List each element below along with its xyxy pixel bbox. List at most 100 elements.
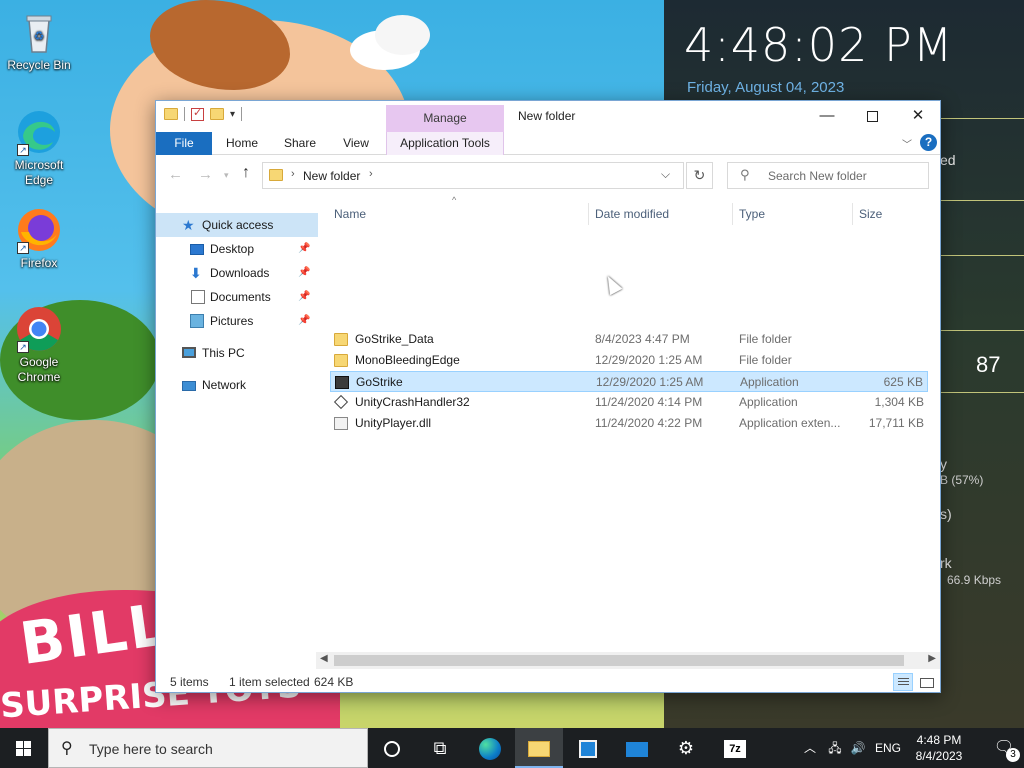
expand-ribbon-chevron-icon[interactable]: ﹀: [902, 136, 912, 151]
widget-fragment-text: rk: [940, 555, 952, 571]
volume-icon[interactable]: 🔊: [848, 728, 868, 768]
back-arrow-icon[interactable]: ←: [168, 166, 183, 183]
nav-pictures[interactable]: Pictures 📌: [156, 309, 318, 333]
widget-fragment-text: y: [940, 456, 947, 472]
column-header-type[interactable]: Type: [739, 203, 765, 225]
task-view-icon: ⧉: [433, 738, 447, 758]
taskbar-edge[interactable]: [466, 728, 514, 768]
nav-desktop[interactable]: Desktop 📌: [156, 237, 318, 261]
tab-home[interactable]: Home: [216, 132, 268, 155]
taskbar-settings[interactable]: ⚙: [662, 728, 710, 768]
help-icon[interactable]: ?: [920, 134, 937, 151]
column-header-date[interactable]: Date modified: [595, 203, 669, 225]
horizontal-scrollbar[interactable]: ◀ ▶: [316, 652, 940, 669]
file-size: 17,711 KB: [868, 416, 924, 430]
pin-icon[interactable]: 📌: [298, 237, 310, 261]
file-row[interactable]: UnityCrashHandler32 11/24/2020 4:14 PM A…: [330, 392, 928, 413]
recent-locations-chevron-icon[interactable]: ▾: [224, 170, 229, 181]
ribbon-tabs: File Home Share View Application Tools ﹀…: [156, 132, 940, 155]
firefox-icon: ↗: [15, 206, 63, 254]
taskbar-store[interactable]: [564, 728, 612, 768]
taskbar-7zip[interactable]: 7z: [711, 728, 759, 768]
desktop-icon-edge[interactable]: ↗ Microsoft Edge: [1, 108, 77, 188]
action-center-button[interactable]: 🗨 3: [984, 728, 1024, 768]
breadcrumb-current-folder[interactable]: New folder: [303, 169, 360, 183]
new-folder-icon[interactable]: [210, 108, 224, 120]
task-view-button[interactable]: ⧉: [416, 728, 464, 768]
address-bar[interactable]: › New folder › ⌵: [262, 162, 684, 189]
file-explorer-window[interactable]: ▾ Manage New folder — ✕ File Home Share …: [155, 100, 941, 693]
desktop-icon-recycle-bin[interactable]: ♻ Recycle Bin: [1, 8, 77, 73]
desktop-icon-chrome[interactable]: ↗ Google Chrome: [1, 305, 77, 385]
language-indicator[interactable]: ENG: [872, 728, 904, 768]
nav-this-pc[interactable]: This PC: [156, 341, 318, 365]
file-type: File folder: [739, 353, 792, 367]
forward-arrow-icon[interactable]: →: [198, 166, 213, 183]
breadcrumb-chevron-icon[interactable]: ›: [291, 168, 295, 180]
chrome-icon: ↗: [15, 305, 63, 353]
column-divider[interactable]: [588, 203, 589, 225]
refresh-button[interactable]: ↻: [686, 162, 713, 189]
pin-icon[interactable]: 📌: [298, 285, 310, 309]
windows-logo-icon: [16, 741, 32, 756]
address-history-dropdown-icon[interactable]: ⌵: [661, 167, 670, 182]
cortana-button[interactable]: [368, 728, 416, 768]
widget-fragment-text: s): [940, 506, 952, 522]
column-header-size[interactable]: Size: [859, 203, 882, 225]
start-button[interactable]: [0, 728, 48, 768]
title-bar[interactable]: ▾ Manage New folder — ✕: [156, 101, 940, 132]
scroll-right-icon[interactable]: ▶: [928, 653, 936, 664]
nav-downloads[interactable]: ⬇ Downloads 📌: [156, 261, 318, 285]
column-header-name[interactable]: Name: [334, 203, 366, 225]
breadcrumb-chevron-icon[interactable]: ›: [369, 168, 373, 180]
file-row[interactable]: GoStrike_Data 8/4/2023 4:47 PM File fold…: [330, 329, 928, 350]
scroll-left-icon[interactable]: ◀: [320, 653, 328, 664]
manage-contextual-tab[interactable]: Manage: [386, 105, 504, 132]
desktop-icon-firefox[interactable]: ↗ Firefox: [1, 206, 77, 271]
nav-quick-access[interactable]: ★ Quick access: [156, 213, 318, 237]
show-hidden-icons-chevron-icon[interactable]: ︿: [800, 728, 820, 768]
pin-icon[interactable]: 📌: [298, 261, 310, 285]
scrollbar-thumb[interactable]: [334, 655, 904, 666]
file-type: File folder: [739, 332, 792, 346]
network-icon: [182, 381, 196, 391]
file-row[interactable]: UnityPlayer.dll 11/24/2020 4:22 PM Appli…: [330, 413, 928, 434]
gear-icon: ⚙: [677, 738, 695, 758]
folder-icon[interactable]: [164, 108, 178, 120]
wallpaper-cloud: [375, 15, 430, 55]
search-box[interactable]: ⚲ Search New folder: [727, 162, 929, 189]
file-row[interactable]: MonoBleedingEdge 12/29/2020 1:25 AM File…: [330, 350, 928, 371]
file-row-selected[interactable]: GoStrike 12/29/2020 1:25 AM Application …: [330, 371, 928, 392]
maximize-button[interactable]: [849, 101, 895, 131]
widget-divider: [940, 392, 1024, 393]
properties-icon[interactable]: [191, 106, 204, 121]
nav-label: Quick access: [202, 218, 274, 232]
tab-application-tools[interactable]: Application Tools: [386, 132, 504, 155]
customize-toolbar-dropdown-icon[interactable]: ▾: [230, 109, 235, 120]
nav-network[interactable]: Network: [156, 373, 318, 397]
close-button[interactable]: ✕: [895, 101, 941, 131]
details-view-icon[interactable]: [893, 673, 913, 691]
nav-documents[interactable]: Documents 📌: [156, 285, 318, 309]
taskbar-search-box[interactable]: ⚲ Type here to search: [48, 728, 368, 768]
network-status-icon[interactable]: 🖧: [824, 728, 846, 768]
nav-label: Desktop: [210, 242, 255, 256]
column-divider[interactable]: [852, 203, 853, 225]
taskbar-mail[interactable]: [613, 728, 661, 768]
desktop-icon-label: Firefox: [20, 256, 58, 270]
7zip-icon: 7z: [724, 740, 746, 759]
taskbar-search-placeholder: Type here to search: [89, 741, 213, 757]
tab-view[interactable]: View: [330, 132, 382, 155]
tab-file[interactable]: File: [156, 132, 212, 155]
quick-access-toolbar: ▾: [164, 106, 243, 121]
taskbar-clock[interactable]: 4:48 PM 8/4/2023: [912, 732, 966, 764]
pin-icon[interactable]: 📌: [298, 309, 310, 333]
up-arrow-icon[interactable]: ↑: [242, 164, 250, 182]
taskbar-file-explorer[interactable]: [515, 728, 563, 768]
minimize-button[interactable]: —: [804, 101, 850, 131]
large-icons-view-icon[interactable]: [917, 673, 935, 691]
tab-share[interactable]: Share: [274, 132, 326, 155]
taskbar-date: 8/4/2023: [915, 749, 963, 763]
column-divider[interactable]: [732, 203, 733, 225]
unity-icon: [333, 394, 349, 410]
